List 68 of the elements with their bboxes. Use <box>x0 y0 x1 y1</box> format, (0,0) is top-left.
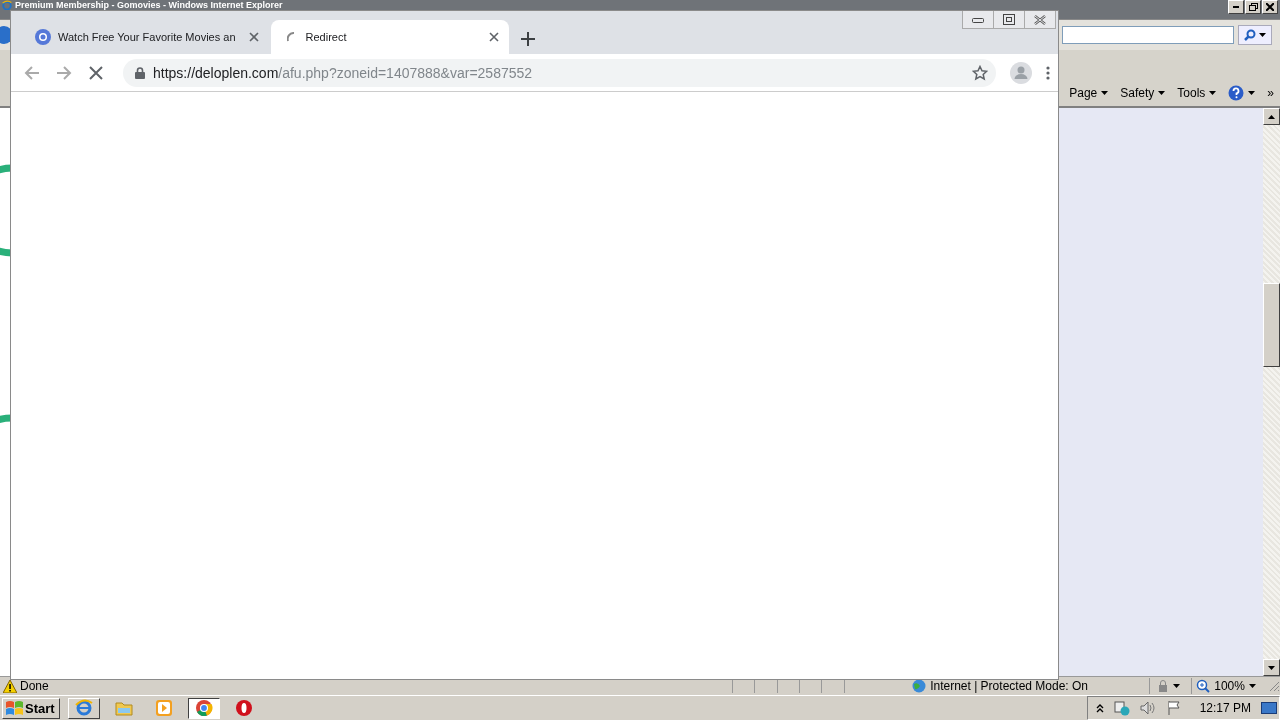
ie-logo-icon <box>2 0 12 10</box>
windows-logo-icon <box>5 700 23 716</box>
caret-icon <box>1158 91 1166 95</box>
caret-icon <box>1209 91 1217 95</box>
network-icon[interactable] <box>1113 700 1130 716</box>
caret-icon <box>1248 684 1256 688</box>
play-icon <box>154 699 173 717</box>
scrollbar-thumb[interactable] <box>1263 283 1280 367</box>
window-title: Premium Membership - Gomovies - Windows Internet Explorer <box>15 0 283 10</box>
close-icon <box>488 32 499 42</box>
overflow-button[interactable]: » <box>1267 86 1274 100</box>
close-icon <box>1034 14 1046 25</box>
lock-icon <box>135 66 145 79</box>
tab-close-button[interactable] <box>488 32 499 42</box>
close-icon <box>248 32 259 42</box>
maximize-icon <box>1003 14 1015 25</box>
menu-button[interactable]: Page <box>1069 86 1109 100</box>
arrow-up-icon[interactable] <box>1268 114 1275 119</box>
search-button[interactable] <box>1238 25 1272 45</box>
minimize-button[interactable] <box>1228 0 1244 14</box>
close-icon <box>1266 3 1274 11</box>
help-icon <box>1228 85 1245 101</box>
scrollbar[interactable] <box>1263 108 1280 676</box>
new-tab-button[interactable] <box>520 32 535 46</box>
search-field[interactable] <box>1062 26 1234 44</box>
search-icon <box>1244 29 1256 41</box>
address-bar[interactable]: https://deloplen.com/afu.php?zoneid=1407888&var=2587552 <box>123 58 996 87</box>
caret-icon <box>1101 91 1109 95</box>
taskbar-button[interactable] <box>187 697 220 719</box>
resize-grip-icon[interactable] <box>1267 680 1280 692</box>
chrome-icon <box>194 699 213 717</box>
caret-icon <box>1259 33 1266 37</box>
globe-icon <box>912 679 927 693</box>
browser-tab[interactable]: Redirect <box>270 20 509 54</box>
url-text: https://deloplen.com/afu.php?zoneid=1407888&var=2587552 <box>153 64 534 81</box>
menu-icon[interactable] <box>1046 65 1050 80</box>
tab-close-button[interactable] <box>248 32 259 42</box>
arrow-left-icon <box>24 64 40 81</box>
menu-button[interactable]: Safety <box>1120 86 1166 100</box>
chevron-up-icon[interactable] <box>1095 703 1104 713</box>
zone-text: Internet | Protected Mode: On <box>930 679 1088 693</box>
folder-icon <box>114 699 133 717</box>
volume-icon[interactable] <box>1139 700 1156 716</box>
plus-icon <box>520 32 535 46</box>
minimize-icon <box>972 16 984 23</box>
opera-icon <box>234 699 253 717</box>
restore-button[interactable] <box>1245 0 1261 14</box>
show-desktop-icon[interactable] <box>1261 700 1277 716</box>
help-button[interactable] <box>1228 85 1256 101</box>
caret-icon <box>1248 91 1256 95</box>
restore-icon <box>1248 3 1258 11</box>
zoom-icon <box>1196 679 1211 693</box>
clock[interactable]: 12:17 PM <box>1199 701 1251 715</box>
caret-icon <box>1173 684 1181 688</box>
ie-logo-icon <box>74 699 93 717</box>
status-text: Done <box>20 679 49 693</box>
profile-icon[interactable] <box>1010 61 1032 84</box>
zoom-button[interactable]: 100% <box>1191 678 1280 694</box>
star-icon[interactable] <box>972 64 988 81</box>
minimize-icon <box>1233 6 1239 8</box>
flag-icon[interactable] <box>1165 700 1182 716</box>
arrow-down-icon[interactable] <box>1268 665 1275 670</box>
close-icon <box>89 65 103 80</box>
start-button[interactable]: Start <box>2 697 60 719</box>
arrow-right-icon <box>56 64 72 81</box>
menu-button[interactable]: Tools <box>1177 86 1217 100</box>
warning-icon <box>3 679 17 693</box>
browser-tab[interactable]: Watch Free Your Favorite Movies an <box>23 20 269 54</box>
